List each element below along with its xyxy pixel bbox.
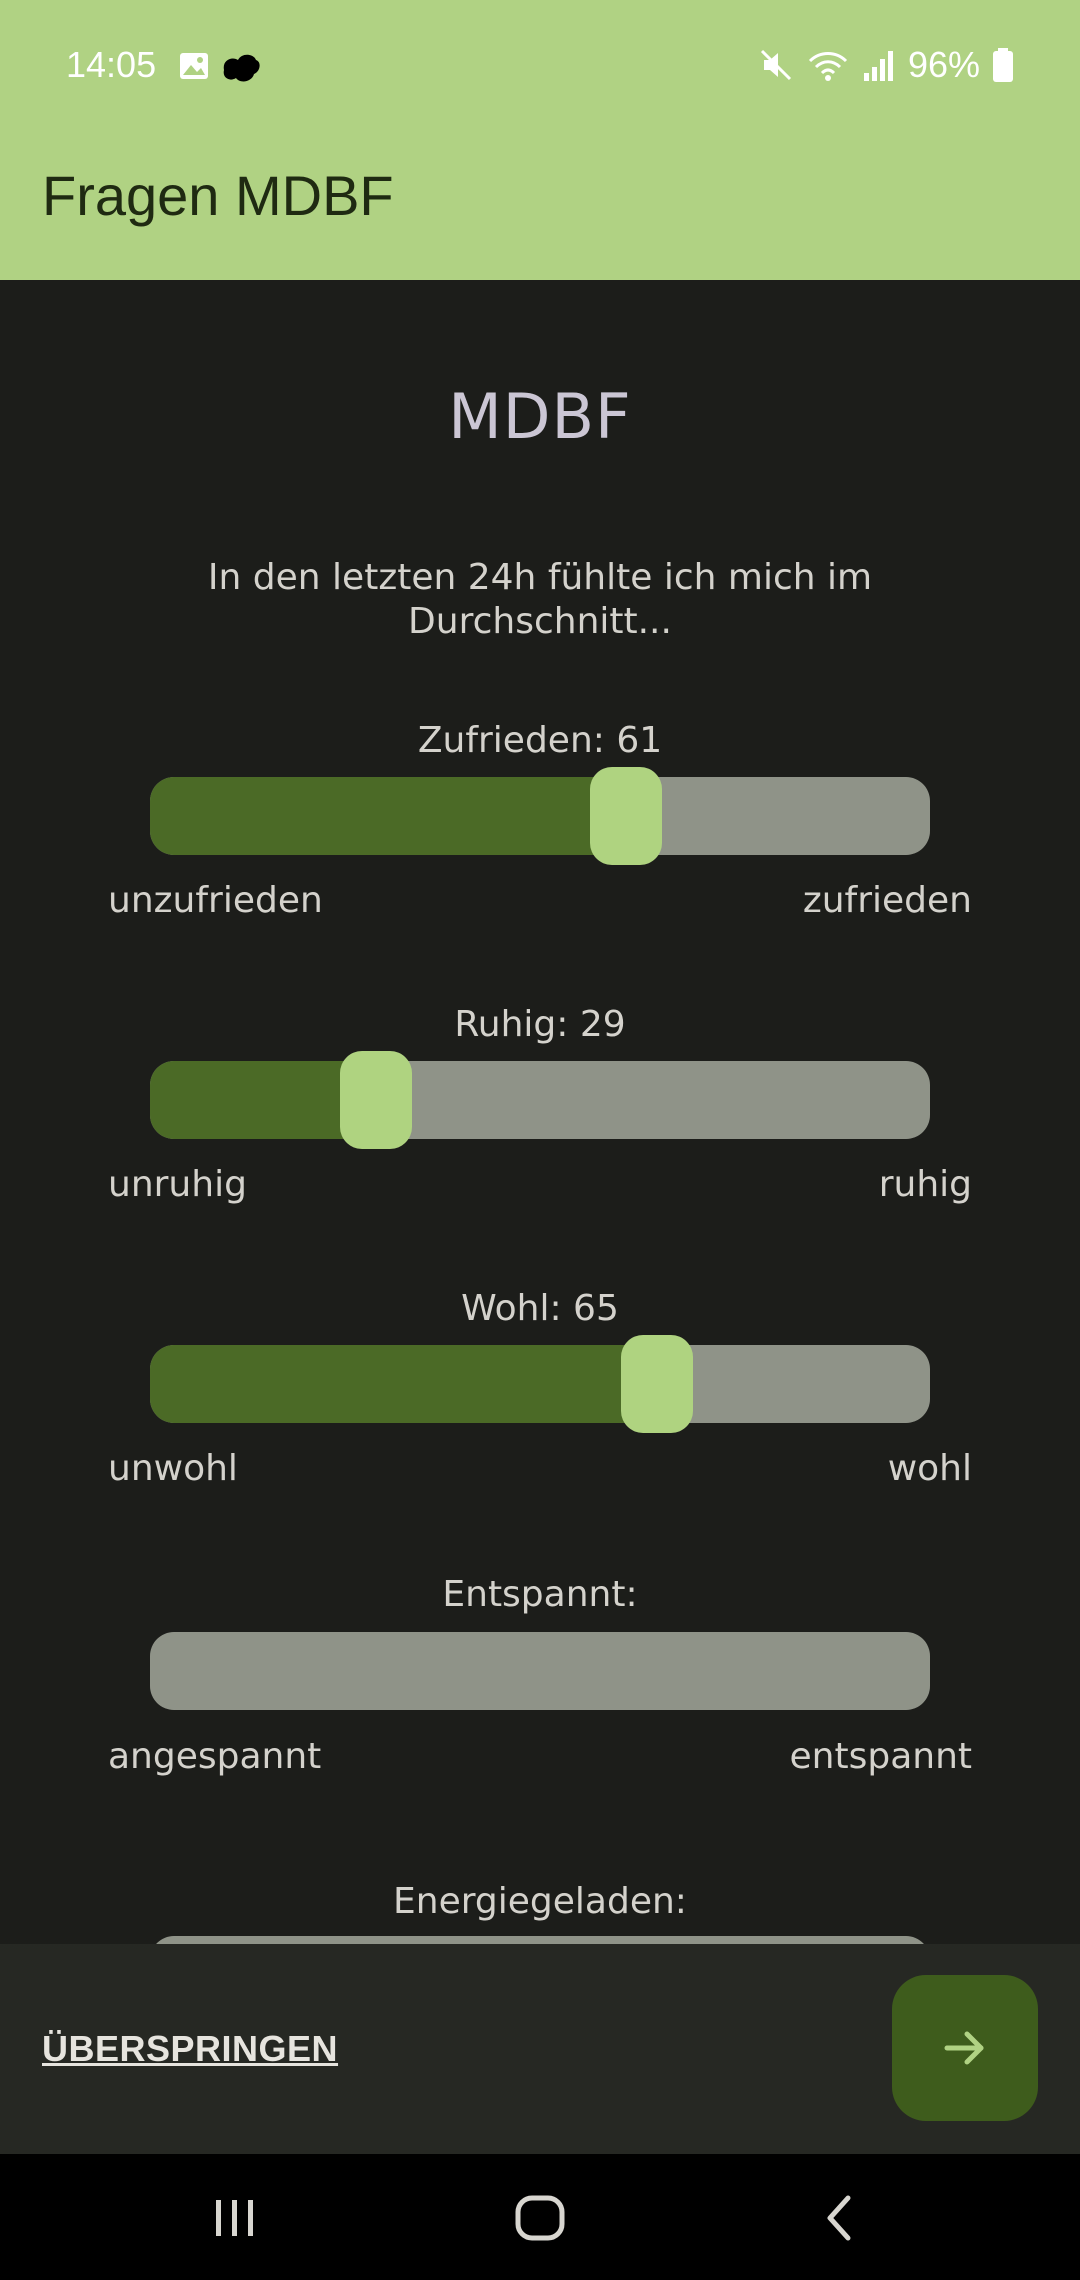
- app-notification-icon: [223, 54, 260, 82]
- slider-max-label: entspannt: [789, 1736, 973, 1777]
- slider-ruhig[interactable]: [150, 1051, 930, 1149]
- slider-thumb[interactable]: [589, 767, 662, 865]
- status-right: 96%: [758, 44, 1014, 86]
- slider-min-label: unruhig: [108, 1164, 247, 1205]
- recent-apps-icon[interactable]: [210, 2190, 260, 2246]
- app-header: 14:05 96% Fragen MDBF: [0, 0, 1080, 280]
- battery-percent: 96%: [907, 44, 980, 85]
- slider-entspannt[interactable]: [150, 1632, 930, 1710]
- back-icon[interactable]: [818, 2190, 862, 2246]
- question-label-wohl: Wohl: 65: [461, 1288, 619, 1329]
- status-time: 14:05: [66, 44, 157, 85]
- slider-min-label: unzufrieden: [108, 880, 323, 921]
- question-label-ruhig: Ruhig: 29: [454, 1004, 626, 1045]
- slider-max-label: wohl: [887, 1448, 972, 1489]
- slider-wohl[interactable]: [150, 1335, 930, 1433]
- slider-max-label: zufrieden: [802, 880, 972, 921]
- question-label-energiegeladen: Energiegeladen:: [393, 1881, 687, 1922]
- slider-fill: [150, 777, 626, 855]
- skip-button[interactable]: ÜBERSPRINGEN: [42, 2028, 338, 2070]
- questionnaire-heading: MDBF: [448, 380, 632, 453]
- slider-zufrieden[interactable]: [150, 767, 930, 865]
- questionnaire-intro: In den letzten 24h fühlte ich mich im Du…: [207, 557, 873, 642]
- battery-icon: [993, 48, 1013, 82]
- next-button[interactable]: [892, 1975, 1038, 2121]
- image-icon: [180, 53, 208, 79]
- signal-icon: [863, 51, 893, 81]
- question-label-entspannt: Entspannt:: [442, 1574, 638, 1615]
- slider-thumb[interactable]: [621, 1335, 693, 1433]
- home-icon[interactable]: [510, 2190, 570, 2246]
- slider-thumb[interactable]: [340, 1051, 413, 1149]
- slider-min-label: angespannt: [108, 1736, 322, 1777]
- slider-max-label: ruhig: [878, 1164, 972, 1205]
- arrow-right-icon: [944, 2031, 984, 2065]
- status-bar: 14:05 96%: [0, 0, 1080, 134]
- wifi-icon: [808, 52, 847, 81]
- slider-fill: [150, 1345, 657, 1423]
- page-title: Fragen MDBF: [42, 164, 394, 227]
- mute-icon: [760, 49, 791, 81]
- slider-min-label: unwohl: [108, 1448, 238, 1489]
- question-label-zufrieden: Zufrieden: 61: [417, 720, 663, 761]
